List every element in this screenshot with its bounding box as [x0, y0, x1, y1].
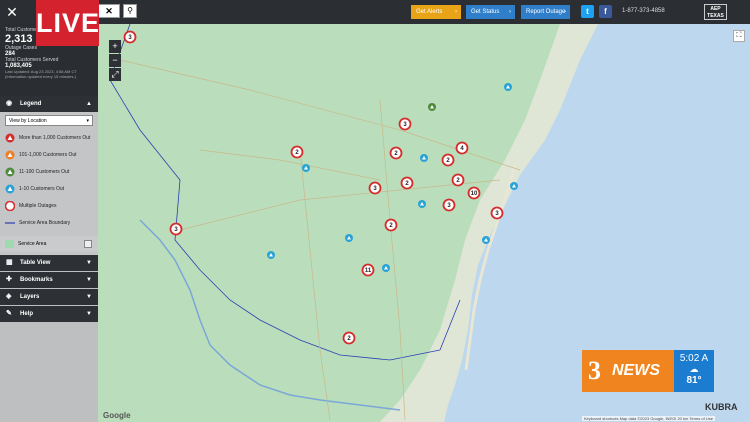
help-icon: ✎ — [6, 310, 12, 317]
phone-number: 1-877-373-4858 — [622, 8, 665, 14]
map-attribution: Keyboard shortcuts Map data ©2023 Google… — [582, 416, 715, 421]
layers-icon: ◈ — [6, 293, 12, 300]
section-label: Help — [20, 311, 34, 317]
rain-cloud-icon: ☁ — [689, 364, 699, 374]
legend-label: Multiple Outages — [19, 203, 57, 209]
station-name: NEWS — [612, 362, 660, 379]
weather-box: 5:02 A ☁ 81° — [674, 350, 714, 392]
chevron-down-icon: ▼ — [86, 294, 92, 300]
fullscreen-button[interactable]: ⤢ — [109, 68, 121, 81]
chevron-down-icon: ▼ — [86, 260, 92, 266]
chevron-right-icon: › — [509, 9, 511, 15]
layers-section[interactable]: ◈ Layers ▼ — [0, 289, 98, 305]
table-view-section[interactable]: ▦ Table View ▼ — [0, 255, 98, 271]
cluster-count: 10 — [471, 191, 478, 197]
facebook-icon[interactable]: f — [599, 5, 612, 18]
legend-label: 101-1,000 Customers Out — [19, 152, 77, 158]
aep-texas-logo[interactable]: AEP TEXAS — [704, 4, 727, 20]
triangle-red-icon — [5, 133, 15, 143]
legend-item-tiny: 1-10 Customers Out — [5, 183, 95, 195]
google-logo: Google — [103, 411, 131, 420]
help-section[interactable]: ✎ Help ▼ — [0, 306, 98, 322]
view-by-value: View by Location — [9, 118, 47, 124]
update-note: (Information updated every 15 minutes.) — [5, 74, 76, 79]
get-status-label: Get Status — [471, 9, 500, 15]
table-icon: ▦ — [6, 259, 13, 266]
triangle-blue-icon — [5, 184, 15, 194]
twitter-icon[interactable]: t — [581, 5, 594, 18]
triangle-green-icon — [5, 167, 15, 177]
chevron-up-icon: ▲ — [86, 101, 92, 107]
zoom-controls: + − ⤢ — [109, 40, 121, 82]
live-badge: LIVE — [36, 0, 99, 46]
triangle-orange-icon — [5, 150, 15, 160]
chevron-down-icon: ▼ — [86, 277, 92, 283]
legend-item-multiple: Multiple Outages — [5, 200, 95, 212]
legend-label: More than 1,000 Customers Out — [19, 135, 91, 141]
kubra-logo: KUBRA — [705, 402, 738, 412]
temperature: 81° — [686, 375, 702, 386]
zoom-out-button[interactable]: − — [109, 54, 121, 67]
side-panel: Total Customers Out 2,313 Outage Cases 2… — [0, 24, 98, 422]
clock-time: 5:02 A — [679, 353, 709, 364]
legend-item-medium: 101-1,000 Customers Out — [5, 149, 95, 161]
service-area-label: Service Area — [18, 241, 47, 247]
legend-header[interactable]: ◉ Legend ▲ — [0, 96, 98, 112]
legend-item-large: More than 1,000 Customers Out — [5, 132, 95, 144]
chevron-right-icon: › — [564, 9, 566, 15]
legend-item-small: 11-100 Customers Out — [5, 166, 95, 178]
service-area-swatch — [5, 240, 14, 248]
section-label: Layers — [20, 294, 40, 300]
service-area-checkbox[interactable] — [84, 240, 92, 248]
fullscreen-icon[interactable]: ⛶ — [733, 30, 745, 42]
chevron-down-icon: ▼ — [86, 311, 92, 317]
get-status-button[interactable]: Get Status › — [466, 5, 515, 19]
chevron-right-icon: › — [455, 9, 457, 15]
section-label: Table View — [20, 260, 51, 266]
tv-bug: 3 NEWS 5:02 A ☁ 81° — [582, 350, 714, 392]
legend-label: 11-100 Customers Out — [19, 169, 70, 175]
search-icon[interactable]: ⚲ — [123, 4, 137, 18]
get-alerts-label: Get Alerts — [416, 9, 443, 15]
legend-label: Service Area Boundary — [19, 220, 71, 226]
report-outage-label: Report Outage — [526, 9, 566, 15]
report-outage-button[interactable]: Report Outage › — [521, 5, 570, 19]
zoom-in-button[interactable]: + — [109, 40, 121, 53]
legend-icon: ◉ — [6, 100, 13, 107]
service-area-toggle[interactable]: Service Area — [0, 236, 98, 252]
legend-item-boundary: Service Area Boundary — [5, 217, 95, 229]
multiple-outages-icon — [5, 201, 15, 211]
view-by-select[interactable]: View by Location ▾ — [5, 115, 93, 126]
section-label: Bookmarks — [20, 277, 53, 283]
legend-title: Legend — [20, 101, 42, 107]
search-clear-button[interactable]: ✕ — [98, 4, 120, 18]
boundary-line-icon — [5, 222, 15, 224]
cluster-count: 11 — [365, 268, 372, 274]
legend-label: 1-10 Customers Out — [19, 186, 65, 192]
bookmark-icon: ✚ — [6, 276, 12, 283]
get-alerts-button[interactable]: Get Alerts › — [411, 5, 461, 19]
chevron-down-icon: ▾ — [86, 118, 89, 124]
top-bar: ✕ ✕ ⚲ Get Alerts › Get Status › Report Out… — [0, 0, 750, 24]
bookmarks-section[interactable]: ✚ Bookmarks ▼ — [0, 272, 98, 288]
close-icon[interactable]: ✕ — [4, 3, 20, 21]
station-number: 3 — [588, 356, 601, 385]
station-logo: 3 NEWS — [582, 350, 674, 392]
